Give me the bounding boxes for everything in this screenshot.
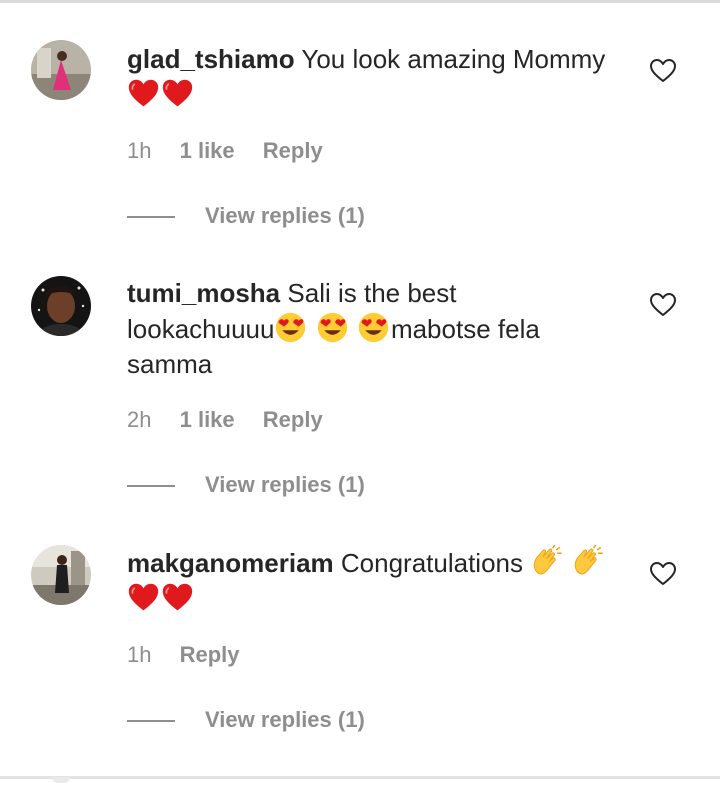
comment-text: glad_tshiamo You look amazing Mommy	[127, 42, 607, 113]
view-replies-label: View replies (1)	[205, 203, 365, 228]
comment-time: 1h	[127, 642, 152, 667]
heart-eyes-icon	[317, 312, 347, 343]
comment-meta: 2h 1 like Reply	[127, 407, 345, 433]
reply-button[interactable]: Reply	[180, 642, 240, 667]
avatar[interactable]	[31, 545, 91, 605]
red-heart-icon	[162, 583, 193, 611]
comment-meta: 1h 1 like Reply	[127, 138, 345, 164]
comment-time: 1h	[127, 138, 152, 163]
avatar[interactable]	[31, 276, 91, 336]
comment-username[interactable]: glad_tshiamo	[127, 44, 295, 74]
comment-text: makganomeriam Congratulations	[127, 545, 607, 617]
next-avatar-edge	[52, 777, 70, 783]
like-heart-icon[interactable]	[648, 559, 678, 589]
view-replies-line	[127, 216, 175, 219]
comment-body: You look amazing Mommy	[301, 44, 606, 74]
red-heart-icon	[128, 583, 159, 611]
bottom-divider	[0, 776, 720, 779]
avatar-image	[31, 40, 91, 100]
comment-username[interactable]: makganomeriam	[127, 548, 334, 578]
view-replies-line	[127, 720, 175, 723]
red-heart-icon	[128, 79, 159, 107]
view-replies-label: View replies (1)	[205, 707, 365, 732]
red-heart-icon	[162, 79, 193, 107]
reply-button[interactable]: Reply	[263, 407, 323, 432]
avatar[interactable]	[31, 40, 91, 100]
clapping-hands-icon	[534, 545, 563, 575]
view-replies-button[interactable]: View replies (1)	[127, 472, 365, 498]
view-replies-line	[127, 485, 175, 488]
like-heart-icon[interactable]	[648, 290, 678, 320]
comment-likes[interactable]: 1 like	[180, 138, 235, 163]
avatar-image	[31, 276, 91, 336]
view-replies-button[interactable]: View replies (1)	[127, 707, 365, 733]
reply-button[interactable]: Reply	[263, 138, 323, 163]
view-replies-button[interactable]: View replies (1)	[127, 203, 365, 229]
comment-body: Congratulations	[340, 548, 524, 578]
comment-username[interactable]: tumi_mosha	[127, 278, 280, 308]
view-replies-label: View replies (1)	[205, 472, 365, 497]
avatar-image	[31, 545, 91, 605]
clapping-hands-icon	[575, 545, 604, 575]
heart-eyes-icon	[276, 312, 306, 343]
top-divider	[0, 0, 720, 3]
comment-time: 2h	[127, 407, 152, 432]
comment-meta: 1h Reply	[127, 642, 262, 668]
comment-likes[interactable]: 1 like	[180, 407, 235, 432]
like-heart-icon[interactable]	[648, 56, 678, 86]
heart-eyes-icon	[358, 312, 389, 343]
comment-text: tumi_mosha Sali is the best lookachuuuu …	[127, 276, 607, 382]
